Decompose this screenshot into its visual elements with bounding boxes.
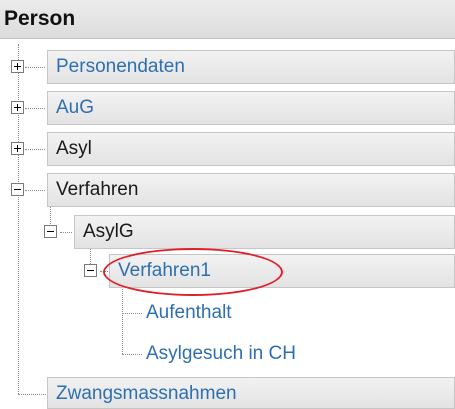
panel-header: Person: [0, 0, 455, 39]
collapse-verfahren1-icon[interactable]: [84, 264, 97, 277]
expand-asyl-icon[interactable]: [11, 142, 24, 155]
expand-personendaten-icon[interactable]: [11, 60, 24, 73]
tree-leaf-asylgesuch[interactable]: Asylgesuch in CH: [146, 343, 296, 365]
highlight-ellipse: [103, 248, 283, 296]
panel-title: Person: [4, 7, 76, 30]
collapse-verfahren-icon[interactable]: [11, 183, 24, 196]
tree-line: [122, 354, 142, 355]
tree-line: [18, 394, 48, 395]
tree-leaf-aufenthalt[interactable]: Aufenthalt: [146, 302, 232, 324]
tree-line: [60, 232, 72, 233]
tree-line: [122, 313, 142, 314]
tree-node-label: Personendaten: [56, 56, 185, 77]
tree-node-label: AuG: [56, 97, 95, 118]
tree-line: [25, 67, 45, 68]
expand-aug-icon[interactable]: [11, 101, 24, 114]
tree-node-label: AsylG: [83, 221, 134, 242]
tree-node-label: Verfahren: [56, 179, 139, 200]
tree-node-label: Zwangsmassnahmen: [56, 383, 237, 404]
tree-line-verfahren1: [122, 280, 123, 354]
tree-node-asyl[interactable]: Asyl: [47, 132, 455, 166]
tree-node-zwangsmassnahmen[interactable]: Zwangsmassnahmen: [47, 377, 455, 409]
tree-line-root: [18, 44, 19, 394]
tree-node-label: Asyl: [56, 138, 92, 159]
tree-line: [25, 190, 45, 191]
tree-node-personendaten[interactable]: Personendaten: [47, 50, 455, 84]
tree-node-aug[interactable]: AuG: [47, 91, 455, 125]
tree-node-verfahren[interactable]: Verfahren: [47, 173, 455, 207]
tree-line: [25, 149, 45, 150]
tree-line: [25, 108, 45, 109]
collapse-asylg-icon[interactable]: [44, 225, 57, 238]
tree-node-asylg[interactable]: AsylG: [74, 215, 455, 249]
